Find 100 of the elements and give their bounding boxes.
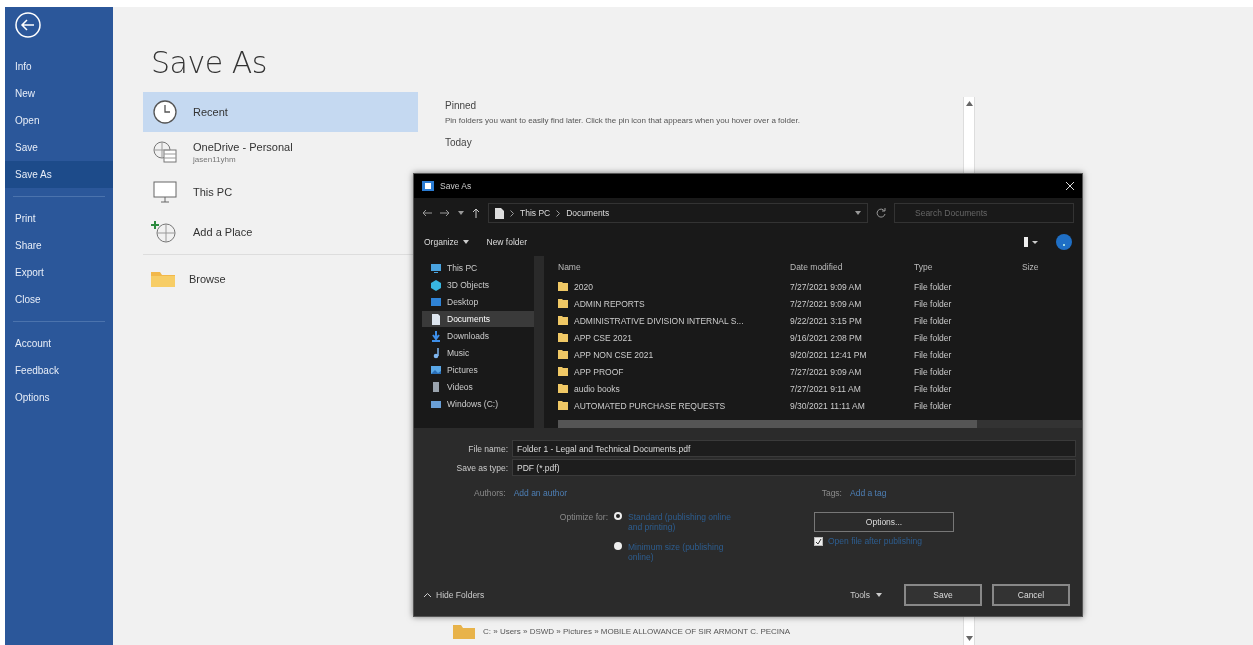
- tags-field[interactable]: Add a tag: [850, 488, 887, 498]
- location-item[interactable]: OneDrive - Personal jasen11yhm: [143, 132, 418, 172]
- caret-down-icon: [876, 593, 882, 597]
- table-cell-text: File folder: [914, 365, 953, 379]
- sidebar-item[interactable]: Close: [5, 286, 113, 313]
- back-arrow-icon[interactable]: [422, 209, 432, 217]
- view-options-icon[interactable]: [1024, 237, 1038, 247]
- organize-menu[interactable]: Organize: [424, 237, 469, 247]
- tools-menu[interactable]: Tools: [850, 590, 882, 600]
- scroll-up-icon: [965, 101, 973, 106]
- sidebar-item[interactable]: Open: [5, 107, 113, 134]
- file-name[interactable]: AUTOMATED PURCHASE REQUESTS: [574, 400, 726, 411]
- table-cell-text: File folder: [914, 297, 953, 311]
- sidebar-item[interactable]: Export: [5, 259, 113, 286]
- field-label: Save as type:: [455, 462, 509, 473]
- refresh-icon[interactable]: [876, 208, 886, 218]
- location-item[interactable]: Add a Place: [143, 212, 418, 252]
- sidebar-item[interactable]: Print: [5, 205, 113, 232]
- chevron-up-icon: [424, 593, 431, 597]
- desktop-icon: [430, 296, 442, 308]
- radio-button[interactable]: [614, 542, 622, 550]
- scrollbar[interactable]: [558, 420, 1082, 428]
- table-cell-text: 9/22/2021 3:15 PM: [790, 314, 863, 328]
- sidebar-item[interactable]: New: [5, 80, 113, 107]
- checkmark-icon: [815, 537, 822, 545]
- radio-label: Standard (publishing online and printing): [628, 512, 733, 532]
- sidebar-item[interactable]: Share: [5, 232, 113, 259]
- cube-icon: [430, 279, 442, 291]
- sidebar-item[interactable]: Feedback: [5, 357, 113, 384]
- hide-folders-button[interactable]: Hide Folders: [424, 590, 841, 600]
- file-name-field[interactable]: Folder 1 - Legal and Technical Documents.pdf: [512, 440, 1076, 457]
- breadcrumb[interactable]: Documents: [566, 208, 610, 218]
- globe-icon: [151, 138, 179, 166]
- scroll-down-icon: [965, 636, 973, 641]
- location-item[interactable]: Recent: [143, 92, 418, 132]
- location-item[interactable]: This PC: [143, 172, 418, 212]
- search-field[interactable]: Search Documents: [894, 203, 1074, 223]
- file-name[interactable]: 2020: [574, 281, 593, 292]
- nav-item[interactable]: 3D Objects: [422, 277, 534, 293]
- nav-item[interactable]: Windows (C:): [422, 396, 534, 412]
- caret-down-icon[interactable]: [855, 211, 861, 215]
- field-label: Authors:: [474, 488, 506, 498]
- field-label: Optimize for:: [558, 512, 609, 524]
- nav-item[interactable]: Desktop: [422, 294, 534, 310]
- sidebar-item[interactable]: Save As: [5, 161, 113, 188]
- table-cell-text: File folder: [914, 314, 953, 328]
- sidebar-item[interactable]: Options: [5, 384, 113, 411]
- file-type-dropdown[interactable]: PDF (*.pdf): [512, 459, 1076, 476]
- file-name[interactable]: APP CSE 2021: [574, 332, 632, 343]
- table-cell-text: File folder: [914, 348, 953, 362]
- caret-down-icon[interactable]: [458, 211, 464, 215]
- file-name[interactable]: ADMIN REPORTS: [574, 298, 645, 309]
- nav-item[interactable]: Documents: [422, 311, 534, 327]
- folder-path[interactable]: C: » Users » DSWD » Pictures » MOBILE ALLOWANCE OF SIR ARMONT C. PECINA: [483, 626, 791, 636]
- column-header[interactable]: Date modified: [790, 256, 914, 278]
- up-arrow-icon[interactable]: [472, 208, 480, 218]
- table-cell-text: 9/20/2021 12:41 PM: [790, 348, 868, 362]
- dialog-button[interactable]: Cancel: [992, 584, 1070, 606]
- nav-item[interactable]: Pictures: [422, 362, 534, 378]
- nav-item[interactable]: Music: [422, 345, 534, 361]
- sidebar-item[interactable]: Info: [5, 53, 113, 80]
- dialog-button[interactable]: Save: [904, 584, 982, 606]
- table-cell-text: 7/27/2021 9:09 AM: [790, 365, 863, 379]
- dialog-title: Save As: [440, 181, 473, 191]
- location-label: OneDrive - Personal: [193, 140, 293, 153]
- film-icon: [430, 381, 442, 393]
- help-icon[interactable]: [1056, 234, 1072, 250]
- section-heading: Today: [445, 137, 473, 148]
- forward-arrow-icon[interactable]: [440, 209, 450, 217]
- account-label: jasen11yhm: [193, 154, 237, 164]
- picture-icon: [430, 364, 442, 376]
- sidebar-item[interactable]: Save: [5, 134, 113, 161]
- location-item[interactable]: Browse: [143, 259, 418, 299]
- table-cell-text: 7/27/2021 9:11 AM: [790, 382, 862, 396]
- section-heading: Pinned: [445, 100, 478, 111]
- new-folder-button[interactable]: New folder: [486, 237, 528, 247]
- address-bar[interactable]: This PC Documents: [488, 203, 868, 223]
- drive-icon: [430, 398, 442, 410]
- close-icon[interactable]: [1066, 182, 1074, 190]
- file-name[interactable]: APP NON CSE 2021: [574, 349, 654, 360]
- file-name[interactable]: audio books: [574, 383, 620, 394]
- radio-button[interactable]: [614, 512, 622, 520]
- globe-plus-icon: [151, 218, 179, 246]
- breadcrumb[interactable]: This PC: [520, 208, 551, 218]
- caret-down-icon: [462, 240, 469, 244]
- file-name[interactable]: ADMINISTRATIVE DIVISION INTERNAL S...: [574, 315, 744, 326]
- file-name[interactable]: APP PROOF: [574, 366, 624, 377]
- nav-item[interactable]: Downloads: [422, 328, 534, 344]
- table-cell-text: File folder: [914, 399, 953, 413]
- nav-item[interactable]: Videos: [422, 379, 534, 395]
- nav-item[interactable]: This PC: [422, 260, 534, 276]
- checkbox[interactable]: [814, 536, 823, 546]
- folder-icon: [453, 623, 475, 639]
- column-header[interactable]: Name: [558, 256, 790, 278]
- options-button[interactable]: Options...: [814, 512, 954, 532]
- sidebar-item[interactable]: Account: [5, 330, 113, 357]
- column-header[interactable]: Type: [914, 256, 1022, 278]
- authors-field[interactable]: Add an author: [513, 488, 814, 498]
- table-cell-text: 7/27/2021 9:09 AM: [790, 297, 863, 311]
- column-header[interactable]: Size: [1022, 256, 1082, 278]
